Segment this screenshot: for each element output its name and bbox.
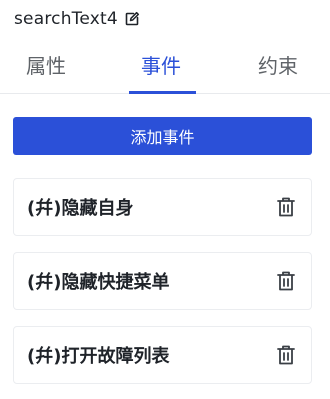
properties-panel: searchText4 属性 事件 约束 添加事件 (幷)隐藏自身 (幷)隐藏快… (0, 0, 330, 399)
event-item[interactable]: (幷)隐藏自身 (13, 178, 312, 236)
event-item[interactable]: (幷)打开故障列表 (13, 326, 312, 384)
trash-icon[interactable] (275, 343, 297, 367)
event-label: (幷)隐藏快捷菜单 (27, 272, 170, 293)
active-tab-indicator (129, 91, 196, 94)
trash-icon[interactable] (275, 269, 297, 293)
add-event-button[interactable]: 添加事件 (13, 117, 312, 155)
component-title-row: searchText4 (14, 6, 140, 32)
trash-icon[interactable] (275, 195, 297, 219)
event-list: (幷)隐藏自身 (幷)隐藏快捷菜单 (幷)打开故障列表 (13, 178, 312, 399)
tab-bar: 属性 事件 约束 (0, 40, 330, 94)
event-item[interactable]: (幷)隐藏快捷菜单 (13, 252, 312, 310)
event-label: (幷)隐藏自身 (27, 198, 134, 219)
tab-events[interactable]: 事件 (141, 50, 181, 79)
event-label: (幷)打开故障列表 (27, 346, 170, 367)
edit-icon[interactable] (124, 11, 140, 27)
tab-properties[interactable]: 属性 (26, 50, 66, 79)
tab-constraints[interactable]: 约束 (258, 50, 298, 79)
component-name: searchText4 (14, 9, 118, 29)
